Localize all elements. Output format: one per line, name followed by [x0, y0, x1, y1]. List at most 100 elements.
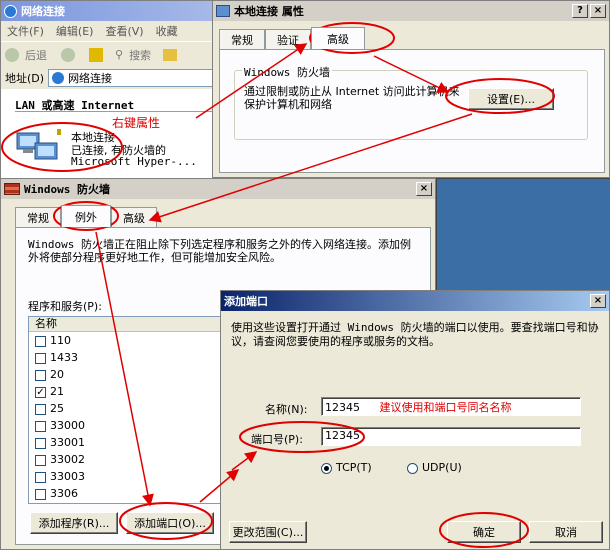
- lan-icon: [216, 5, 230, 17]
- udp-label: UDP(U): [422, 461, 462, 474]
- network-folder-icon: [52, 72, 65, 84]
- list-header[interactable]: 名称: [29, 317, 227, 332]
- lan-connection-icon: [16, 129, 61, 160]
- menu-view[interactable]: 查看(V): [105, 23, 143, 39]
- program-checkbox[interactable]: [35, 335, 46, 347]
- add-port-close-button[interactable]: ×: [590, 294, 606, 308]
- program-checkbox[interactable]: [35, 403, 46, 415]
- program-name: 25: [50, 402, 64, 415]
- program-list-item[interactable]: ✓ 21: [29, 383, 227, 400]
- program-name: 33003: [50, 470, 85, 483]
- name-input[interactable]: 12345 建议使用和端口号同名名称: [321, 397, 581, 416]
- firewall-close-button[interactable]: ×: [416, 182, 432, 196]
- tcp-radio-dot: [321, 462, 332, 474]
- program-name: 33002: [50, 453, 85, 466]
- properties-title: 本地连接 属性: [234, 5, 304, 18]
- program-list-item[interactable]: 33001: [29, 434, 227, 451]
- add-program-button[interactable]: 添加程序(R)...: [30, 512, 118, 534]
- firewall-exceptions-desc: Windows 防火墙正在阻止除下列选定程序和服务之外的传入网络连接。添加例外将…: [28, 238, 411, 264]
- program-list-item[interactable]: 33000: [29, 417, 227, 434]
- network-icon: [4, 4, 17, 18]
- program-list-item[interactable]: 110: [29, 332, 227, 349]
- program-list-item[interactable]: 3306: [29, 485, 227, 502]
- menu-favorites[interactable]: 收藏: [156, 23, 178, 39]
- search-icon[interactable]: ⚲: [115, 48, 123, 61]
- firewall-desc: 通过限制或防止从 Internet 访问此计算机来保护计算机和网络: [244, 85, 460, 111]
- properties-close-button[interactable]: ×: [590, 4, 606, 18]
- program-name: 3306: [50, 487, 78, 500]
- program-name: 33000: [50, 419, 85, 432]
- udp-radio[interactable]: UDP(U): [407, 461, 462, 474]
- properties-titlebar[interactable]: 本地连接 属性 ? ×: [213, 1, 609, 21]
- program-name: 20: [50, 368, 64, 381]
- cancel-button[interactable]: 取消: [529, 521, 603, 543]
- tab-general[interactable]: 常规: [219, 29, 265, 49]
- program-checkbox[interactable]: [35, 471, 46, 483]
- explorer-title: 网络连接: [21, 5, 65, 18]
- properties-tab-panel: Windows 防火墙 通过限制或防止从 Internet 访问此计算机来保护计…: [219, 49, 605, 173]
- name-label: 名称(N):: [265, 403, 308, 416]
- menu-file[interactable]: 文件(F): [7, 23, 44, 39]
- firewall-icon: [4, 183, 20, 195]
- program-list-item[interactable]: 20: [29, 366, 227, 383]
- program-list-item[interactable]: 25: [29, 400, 227, 417]
- program-checkbox[interactable]: [35, 488, 46, 500]
- program-checkbox[interactable]: [35, 369, 46, 381]
- menu-edit[interactable]: 编辑(E): [56, 23, 94, 39]
- port-input[interactable]: 12345: [321, 427, 581, 446]
- tab-authentication[interactable]: 验证: [265, 29, 311, 49]
- explorer-titlebar[interactable]: 网络连接: [1, 1, 229, 21]
- program-list-item[interactable]: 33003: [29, 468, 227, 485]
- firewall-titlebar[interactable]: Windows 防火墙 ×: [1, 179, 435, 199]
- address-value: 网络连接: [68, 72, 113, 85]
- port-value: 12345: [325, 429, 360, 442]
- back-icon[interactable]: [5, 47, 19, 62]
- folders-icon[interactable]: [163, 48, 178, 61]
- firewall-group-label: Windows 防火墙: [242, 64, 332, 80]
- program-checkbox[interactable]: [35, 437, 46, 449]
- section-divider: [15, 111, 215, 112]
- explorer-menubar: 文件(F) 编辑(E) 查看(V) 收藏: [1, 21, 231, 41]
- change-scope-button[interactable]: 更改范围(C)...: [229, 521, 307, 543]
- ok-button[interactable]: 确定: [447, 521, 521, 543]
- program-checkbox[interactable]: [35, 420, 46, 432]
- annotation-right-click: 右键属性: [112, 116, 161, 130]
- add-port-title: 添加端口: [224, 295, 268, 308]
- udp-radio-dot: [407, 462, 418, 474]
- add-port-dialog: 添加端口 × 使用这些设置打开通过 Windows 防火墙的端口以使用。要查找端…: [220, 290, 610, 550]
- fw-tab-advanced[interactable]: 高级: [111, 207, 157, 227]
- conn-device: Microsoft Hyper-...: [71, 155, 197, 168]
- search-button[interactable]: 搜索: [129, 47, 151, 63]
- name-value: 12345: [325, 401, 360, 414]
- settings-button[interactable]: 设置(E)...: [468, 88, 554, 110]
- add-port-button[interactable]: 添加端口(O)...: [126, 512, 214, 534]
- programs-list[interactable]: 名称 110 1433 20 ✓ 21 25 33000 33001 33002 33003 330…: [28, 316, 228, 504]
- add-port-titlebar[interactable]: 添加端口 ×: [221, 291, 609, 311]
- name-hint: 建议使用和端口号同名名称: [379, 401, 512, 414]
- firewall-title: Windows 防火墙: [24, 183, 110, 196]
- add-port-desc: 使用这些设置打开通过 Windows 防火墙的端口以使用。要查找端口号和协议，请…: [231, 321, 599, 348]
- tcp-radio[interactable]: TCP(T): [321, 461, 372, 474]
- program-list-item[interactable]: 33002: [29, 451, 227, 468]
- program-checkbox[interactable]: ✓: [35, 386, 46, 398]
- up-folder-icon[interactable]: [89, 47, 103, 62]
- help-button[interactable]: ?: [572, 4, 588, 18]
- tcp-label: TCP(T): [336, 461, 372, 474]
- program-name: 33001: [50, 436, 85, 449]
- address-input[interactable]: 网络连接: [48, 69, 231, 87]
- program-name: 21: [50, 385, 64, 398]
- tab-advanced[interactable]: 高级: [311, 27, 365, 49]
- program-items: 110 1433 20 ✓ 21 25 33000 33001 33002 33003 3306: [29, 332, 227, 502]
- fw-tab-exceptions[interactable]: 例外: [61, 205, 111, 227]
- port-label: 端口号(P):: [251, 433, 303, 446]
- back-button[interactable]: 后退: [25, 47, 47, 63]
- forward-icon[interactable]: [61, 47, 75, 62]
- fw-tab-general[interactable]: 常规: [15, 207, 61, 227]
- programs-list-label: 程序和服务(P):: [28, 300, 102, 313]
- program-checkbox[interactable]: [35, 454, 46, 466]
- explorer-toolbar: 后退 ⚲ 搜索: [1, 41, 231, 67]
- address-bar: 地址(D) 网络连接: [1, 67, 231, 89]
- address-label: 地址(D): [5, 72, 45, 85]
- program-list-item[interactable]: 1433: [29, 349, 227, 366]
- program-checkbox[interactable]: [35, 352, 46, 364]
